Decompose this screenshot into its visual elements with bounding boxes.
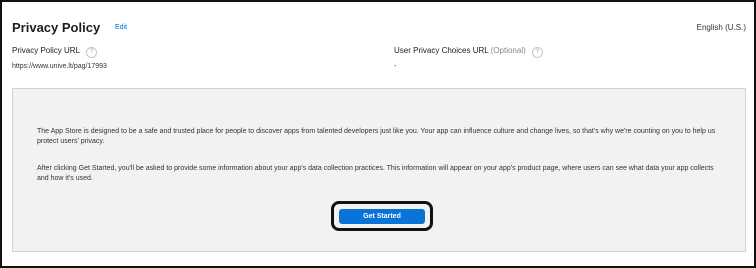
privacy-policy-url-value: https://www.unive.lt/pag/17993 (12, 63, 107, 70)
intro-paragraph: The App Store is designed to be a safe a… (37, 128, 716, 145)
language-label: English (U.S.) (696, 23, 746, 32)
help-icon[interactable]: ? (86, 47, 98, 58)
privacy-policy-url-label: Privacy Policy URL? (12, 46, 98, 58)
user-privacy-choices-url-label: User Privacy Choices URL (Optional)? (394, 46, 543, 58)
privacy-policy-url-label-text: Privacy Policy URL (12, 46, 81, 55)
section-title: Privacy Policy (12, 20, 101, 35)
user-privacy-choices-url-value: - (394, 63, 397, 70)
privacy-policy-section: Privacy Policy Edit English (U.S.) Priva… (0, 0, 756, 268)
button-highlight-outline: Get Started (331, 201, 433, 231)
help-icon[interactable]: ? (531, 47, 543, 58)
get-started-button[interactable]: Get Started (339, 209, 425, 224)
edit-link[interactable]: Edit (115, 24, 127, 31)
instructions-paragraph: After clicking Get Started, you'll be as… (37, 165, 714, 182)
user-privacy-choices-url-label-text: User Privacy Choices URL (394, 46, 489, 55)
optional-label: (Optional) (490, 46, 526, 55)
privacy-intro-panel: The App Store is designed to be a safe a… (12, 88, 746, 252)
